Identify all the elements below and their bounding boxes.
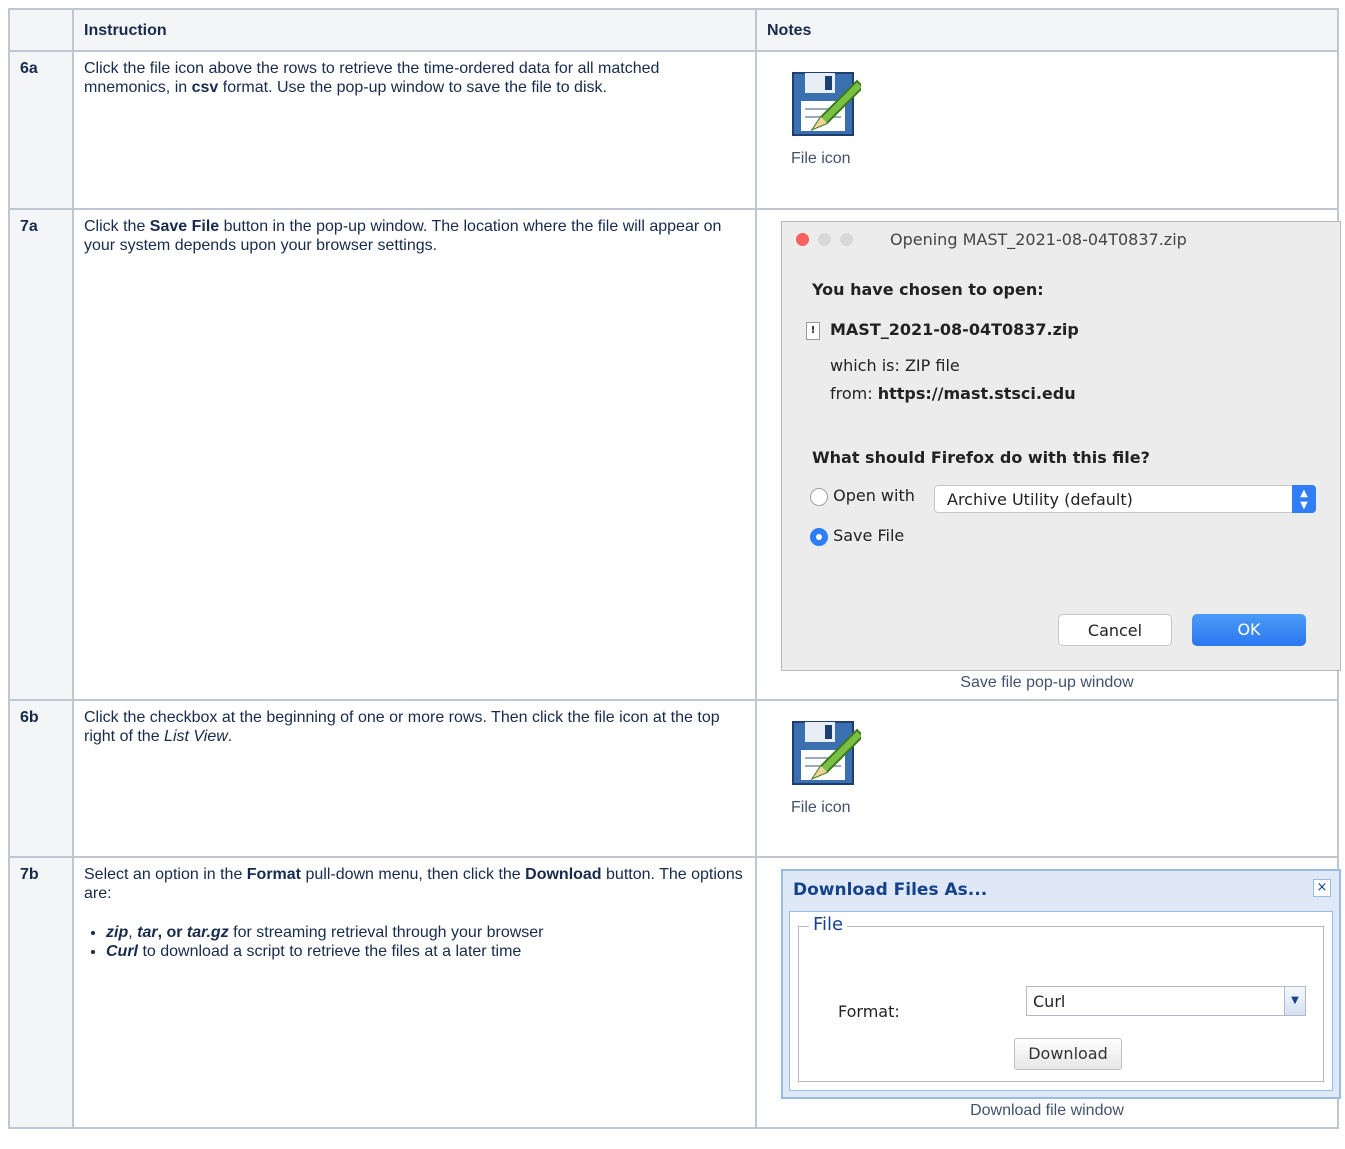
floppy-edit-icon bbox=[792, 72, 861, 136]
image-caption: File icon bbox=[791, 150, 851, 167]
option-zip: zip bbox=[106, 924, 129, 941]
file-icon: ! bbox=[806, 321, 820, 340]
list-item: zip, tar, or tar.gz for streaming retrie… bbox=[106, 923, 745, 942]
italic-text: List View bbox=[164, 728, 228, 745]
option-tar: tar bbox=[137, 924, 158, 941]
text: for streaming retrieval through your bro… bbox=[228, 924, 544, 941]
table-row: 7b Select an option in the Format pull-d… bbox=[8, 856, 1341, 1129]
app-select-value: Archive Utility (default) bbox=[947, 490, 1133, 509]
options-list: zip, tar, or tar.gz for streaming retrie… bbox=[84, 923, 745, 961]
floppy-edit-icon bbox=[792, 721, 861, 785]
table-row: 6a Click the file icon above the rows to… bbox=[8, 50, 1339, 210]
dialog-title: Opening MAST_2021-08-04T0837.zip bbox=[890, 230, 1187, 249]
text: , or bbox=[157, 924, 187, 941]
file-type-row: which is: ZIP file bbox=[830, 356, 960, 375]
which-label: which is: bbox=[830, 356, 900, 375]
dialog-titlebar: Opening MAST_2021-08-04T0837.zip bbox=[782, 222, 1340, 256]
close-icon[interactable]: × bbox=[1313, 879, 1331, 897]
table-row: 6b Click the checkbox at the beginning o… bbox=[8, 699, 1339, 858]
open-with-option[interactable]: Open with bbox=[810, 486, 915, 506]
open-with-label: Open with bbox=[833, 486, 915, 505]
chevron-down-icon[interactable]: ▼ bbox=[1284, 987, 1305, 1015]
format-value: Curl bbox=[1033, 992, 1066, 1011]
download-button[interactable]: Download bbox=[1014, 1038, 1122, 1070]
format-select[interactable]: Curl ▼ bbox=[1026, 986, 1306, 1016]
text: . bbox=[227, 728, 233, 745]
text: Click the bbox=[84, 218, 150, 235]
instruction-text: Click the checkbox at the beginning of o… bbox=[72, 699, 757, 858]
ok-button[interactable]: OK bbox=[1192, 614, 1306, 646]
step-number: 7a bbox=[8, 208, 74, 701]
image-caption: File icon bbox=[791, 799, 851, 816]
save-file-radio[interactable] bbox=[810, 527, 828, 546]
chevron-updown-icon[interactable]: ▲ ▼ bbox=[1292, 485, 1316, 513]
save-file-option[interactable]: Save File bbox=[810, 526, 904, 546]
from-label: from: bbox=[830, 384, 873, 403]
option-curl: Curl bbox=[106, 943, 138, 960]
save-file-label: Save File bbox=[833, 526, 905, 545]
header-notes: Notes bbox=[755, 8, 1339, 52]
chosen-label: You have chosen to open: bbox=[812, 280, 1044, 299]
instruction-text: Select an option in the Format pull-down… bbox=[72, 856, 757, 1129]
header-row: Instruction Notes bbox=[8, 8, 1339, 52]
header-num bbox=[8, 8, 74, 52]
option-targz: tar.gz bbox=[186, 924, 229, 941]
image-caption: Download file window bbox=[970, 1102, 1124, 1119]
notes-cell: Download Files As... × File Format: Curl… bbox=[755, 856, 1341, 1129]
bold-text: Format bbox=[246, 866, 302, 883]
bold-text: Save File bbox=[149, 218, 220, 235]
dialog-body: File Format: Curl ▼ Download bbox=[789, 911, 1333, 1091]
save-file-dialog: Opening MAST_2021-08-04T0837.zip You hav… bbox=[781, 221, 1341, 671]
header-instruction: Instruction bbox=[72, 8, 757, 52]
format-label: Format: bbox=[838, 1002, 900, 1021]
list-item: Curl to download a script to retrieve th… bbox=[106, 942, 745, 961]
cancel-button[interactable]: Cancel bbox=[1058, 614, 1172, 646]
notes-cell: File icon bbox=[755, 50, 1339, 210]
bold-text: Download bbox=[525, 866, 602, 883]
notes-cell: File icon bbox=[755, 699, 1339, 858]
table-row: 7a Click the Save File button in the pop… bbox=[8, 208, 1341, 701]
instruction-text: Click the Save File button in the pop-up… bbox=[72, 208, 757, 701]
dialog-title: Download Files As... bbox=[793, 880, 988, 900]
download-files-dialog: Download Files As... × File Format: Curl… bbox=[781, 869, 1341, 1099]
maximize-light-icon[interactable] bbox=[840, 233, 853, 246]
instruction-text: Click the file icon above the rows to re… bbox=[72, 50, 757, 210]
text: pull-down menu, then click the bbox=[301, 866, 526, 883]
file-source-row: from: https://mast.stsci.edu bbox=[830, 384, 1076, 403]
instruction-table: Instruction Notes 6a Click the file icon… bbox=[8, 8, 1341, 1129]
text: Select an option in the bbox=[84, 866, 247, 883]
step-number: 7b bbox=[8, 856, 74, 1129]
app-select[interactable]: Archive Utility (default) ▲ ▼ bbox=[934, 485, 1316, 513]
file-name-row: ! MAST_2021-08-04T0837.zip bbox=[806, 320, 1079, 340]
text: , bbox=[128, 924, 138, 941]
file-name: MAST_2021-08-04T0837.zip bbox=[830, 320, 1079, 339]
open-with-radio[interactable] bbox=[810, 487, 828, 506]
question-label: What should Firefox do with this file? bbox=[812, 448, 1150, 467]
bold-text: csv bbox=[191, 79, 219, 96]
from-value: https://mast.stsci.edu bbox=[877, 384, 1076, 403]
close-light-icon[interactable] bbox=[796, 233, 809, 246]
fieldset-legend: File bbox=[809, 915, 848, 934]
notes-cell: Opening MAST_2021-08-04T0837.zip You hav… bbox=[755, 208, 1341, 701]
text: to download a script to retrieve the fil… bbox=[138, 943, 522, 960]
which-value: ZIP file bbox=[904, 356, 960, 375]
step-number: 6b bbox=[8, 699, 74, 858]
image-caption: Save file pop-up window bbox=[960, 674, 1134, 691]
step-number: 6a bbox=[8, 50, 74, 210]
text: format. Use the pop-up window to save th… bbox=[218, 79, 607, 96]
minimize-light-icon[interactable] bbox=[818, 233, 831, 246]
